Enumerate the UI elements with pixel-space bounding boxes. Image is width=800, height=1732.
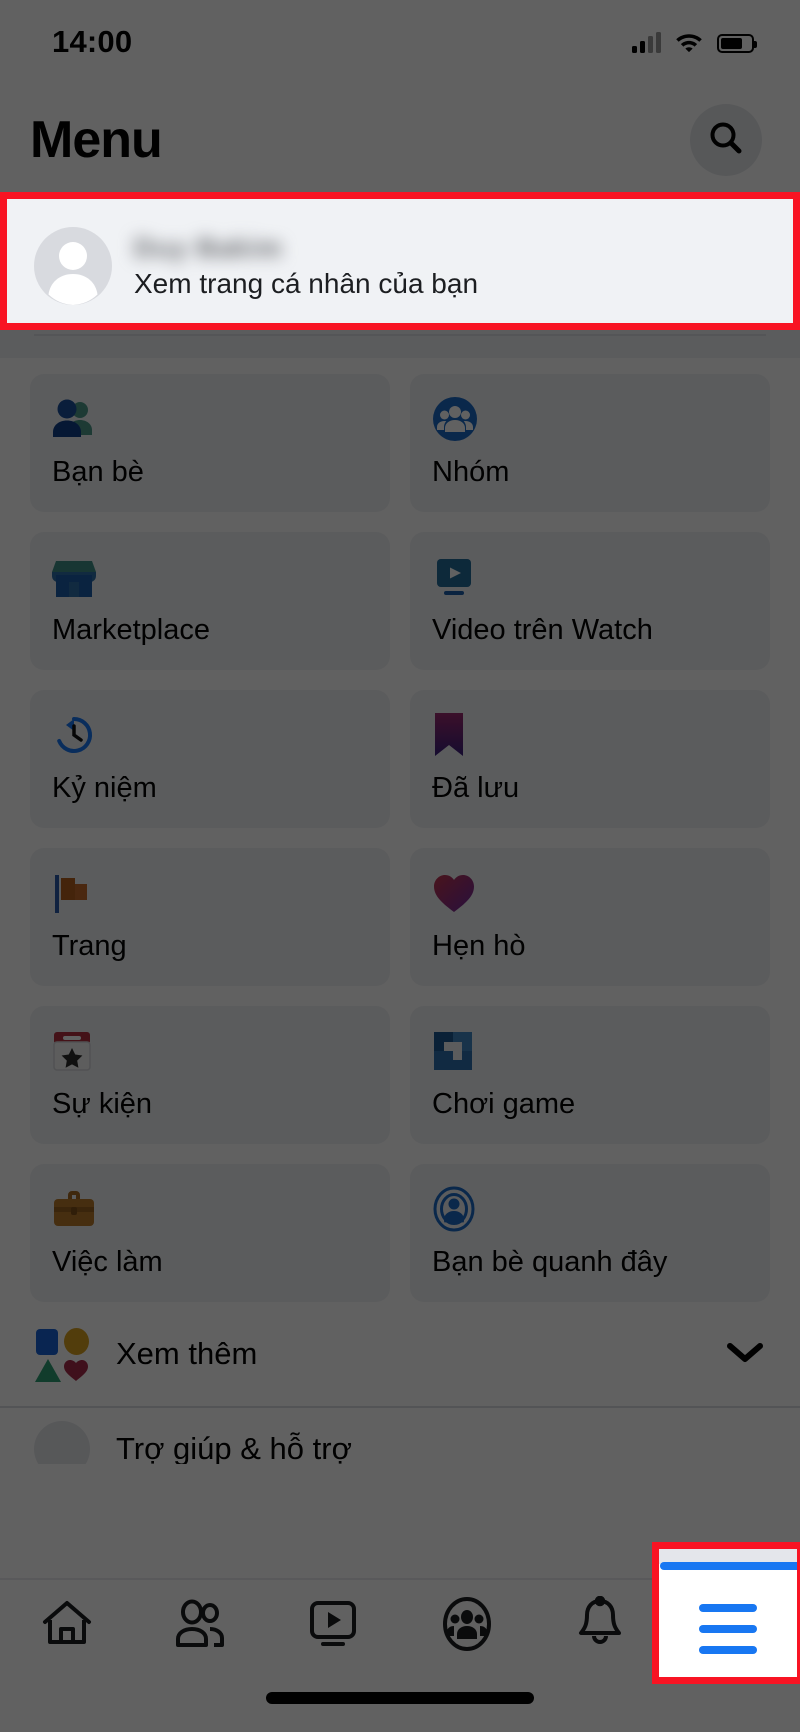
nav-home[interactable] [0, 1580, 133, 1672]
events-calendar-icon [52, 1028, 368, 1074]
jobs-briefcase-icon [52, 1186, 368, 1232]
nav-menu[interactable] [666, 1580, 800, 1672]
bell-icon [574, 1595, 626, 1657]
tile-label: Sự kiện [52, 1088, 153, 1120]
tile-label: Trang [52, 930, 127, 962]
memories-clock-icon [52, 712, 368, 758]
tile-groups[interactable]: Nhóm [410, 374, 770, 512]
search-icon [706, 118, 746, 163]
home-indicator [266, 1692, 534, 1704]
tile-watch-video[interactable]: Video trên Watch [410, 532, 770, 670]
groups-icon [432, 396, 748, 442]
pages-flag-icon [52, 870, 368, 916]
gaming-icon [432, 1028, 748, 1074]
profile-name: Duy Bakim [134, 232, 283, 263]
tile-label: Marketplace [52, 614, 210, 646]
tile-pages[interactable]: Trang [30, 848, 390, 986]
status-bar: 14:00 [0, 0, 800, 88]
page-title: Menu [30, 111, 163, 169]
see-more-row[interactable]: Xem thêm [0, 1302, 800, 1406]
hamburger-menu-icon [704, 1601, 763, 1651]
tile-friends[interactable]: Bạn bè [30, 374, 390, 512]
four-shapes-icon [34, 1326, 90, 1382]
active-tab-indicator [672, 1580, 794, 1587]
default-avatar-icon [48, 242, 98, 305]
wifi-icon [674, 30, 704, 57]
tile-label: Đã lưu [432, 772, 520, 804]
status-indicators [632, 30, 757, 57]
nav-friends[interactable] [133, 1580, 266, 1672]
avatar [34, 227, 112, 305]
home-icon [39, 1596, 95, 1657]
tile-label: Bạn bè quanh đây [432, 1246, 668, 1278]
friends-icon [172, 1598, 228, 1655]
help-support-row[interactable]: Trợ giúp & hỗ trợ [0, 1408, 800, 1464]
help-support-icon [34, 1421, 90, 1464]
help-support-label: Trợ giúp & hỗ trợ [116, 1431, 352, 1464]
nav-watch[interactable] [267, 1580, 400, 1672]
profile-row[interactable]: Duy Bakim Xem trang cá nhân của bạn [0, 220, 800, 312]
tile-label: Video trên Watch [432, 614, 653, 646]
marketplace-icon [52, 554, 368, 600]
battery-icon [717, 33, 757, 53]
tile-gaming[interactable]: Chơi game [410, 1006, 770, 1144]
tile-events[interactable]: Sự kiện [30, 1006, 390, 1144]
groups-icon [440, 1596, 494, 1657]
profile-subtitle: Xem trang cá nhân của bạn [134, 267, 479, 299]
tile-marketplace[interactable]: Marketplace [30, 532, 390, 670]
tile-label: Bạn bè [52, 456, 144, 488]
phone-screen: 14:00 Menu Duy Bakim Xem trang cá nhân c… [0, 0, 800, 1732]
tile-dating[interactable]: Hẹn hò [410, 848, 770, 986]
menu-grid: Bạn bè Nhóm Marketplace Video trên Watch… [0, 358, 800, 1302]
tile-saved[interactable]: Đã lưu [410, 690, 770, 828]
search-button[interactable] [690, 104, 762, 176]
tile-label: Hẹn hò [432, 930, 526, 962]
status-time: 14:00 [52, 24, 133, 59]
tile-label: Nhóm [432, 456, 510, 488]
watch-video-icon [432, 554, 748, 600]
dating-heart-icon [432, 870, 748, 916]
nav-groups[interactable] [400, 1580, 533, 1672]
tile-nearby-friends[interactable]: Bạn bè quanh đây [410, 1164, 770, 1302]
nearby-friends-icon [432, 1186, 748, 1232]
page-header: Menu [0, 88, 800, 192]
tile-label: Chơi game [432, 1088, 576, 1120]
bottom-navigation-bar [0, 1578, 800, 1732]
chevron-down-icon[interactable] [726, 1340, 764, 1369]
cellular-signal-icon [632, 32, 661, 53]
tile-memories[interactable]: Kỷ niệm [30, 690, 390, 828]
tile-label: Kỷ niệm [52, 772, 157, 804]
friends-icon [52, 396, 368, 442]
see-more-label: Xem thêm [116, 1336, 258, 1371]
watch-icon [306, 1597, 360, 1656]
facebook-menu-screen: 14:00 Menu Duy Bakim Xem trang cá nhân c… [0, 0, 800, 1732]
saved-bookmark-icon [432, 712, 748, 758]
tile-label: Việc làm [52, 1246, 163, 1278]
nav-notifications[interactable] [533, 1580, 666, 1672]
tile-jobs[interactable]: Việc làm [30, 1164, 390, 1302]
profile-block[interactable]: Duy Bakim Xem trang cá nhân của bạn [0, 192, 800, 358]
